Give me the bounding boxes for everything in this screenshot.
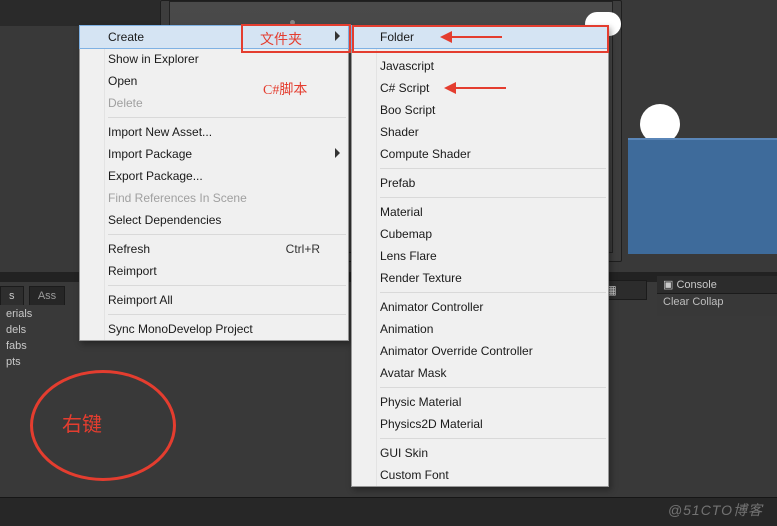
folder-item[interactable]: pts [0,354,58,370]
menu-item-label: Render Texture [380,271,462,285]
menu-separator [108,285,346,286]
menu-item-label: Delete [108,96,143,110]
context-menu-create-item[interactable]: Shader [352,121,608,143]
submenu-arrow-icon [335,148,340,158]
context-menu-create-item[interactable]: Javascript [352,55,608,77]
menu-item-label: Import Package [108,147,192,161]
menu-item-label: Animator Controller [380,300,483,314]
context-menu-create: FolderJavascriptC# ScriptBoo ScriptShade… [351,25,609,487]
context-menu-create-item[interactable]: Boo Script [352,99,608,121]
annotation-arrow-folder [442,36,502,38]
menu-item-label: Compute Shader [380,147,471,161]
folder-item[interactable]: dels [0,322,58,338]
menu-item-label: C# Script [380,81,429,95]
context-menu-create-item[interactable]: Physics2D Material [352,413,608,435]
context-menu-create-item[interactable]: Avatar Mask [352,362,608,384]
menu-separator [108,314,346,315]
menu-item-label: Import New Asset... [108,125,212,139]
menu-item-label: Shader [380,125,419,139]
project-tab-inactive[interactable]: Ass [29,286,65,305]
menu-item-label: Animation [380,322,433,336]
project-folder-list[interactable]: erials dels fabs pts [0,306,58,370]
annotation-arrow-script [446,87,506,89]
menu-item-label: Find References In Scene [108,191,247,205]
menu-item-label: Physics2D Material [380,417,483,431]
menu-item-label: Create [108,30,144,44]
context-menu-main-item[interactable]: Reimport All [80,289,348,311]
menu-item-label: Physic Material [380,395,461,409]
project-tab-active[interactable]: s [0,286,24,305]
menu-separator [380,168,606,169]
context-menu-create-item[interactable]: Prefab [352,172,608,194]
context-menu-main-item[interactable]: Refresh Ctrl+R [80,238,348,260]
console-icon: ▣ [663,279,673,291]
menu-item-shortcut: Ctrl+R [286,238,320,260]
status-bar [0,497,777,526]
context-menu-main-item: Delete [80,92,348,114]
context-menu-create-item[interactable]: GUI Skin [352,442,608,464]
menu-item-label: Select Dependencies [108,213,221,227]
menu-item-label: Show in Explorer [108,52,199,66]
context-menu-main-item[interactable]: Sync MonoDevelop Project [80,318,348,340]
context-menu-main-item[interactable]: Open [80,70,348,92]
context-menu-main-item[interactable]: Export Package... [80,165,348,187]
context-menu-main: Create Show in Explorer Open Delete Import N… [79,25,349,341]
console-title: Console [676,279,716,291]
context-menu-create-item[interactable]: Render Texture [352,267,608,289]
menu-item-label: Open [108,74,137,88]
menu-separator [108,117,346,118]
context-menu-create-item[interactable]: Cubemap [352,223,608,245]
menu-item-label: Refresh [108,242,150,256]
menu-separator [380,197,606,198]
context-menu-create-item[interactable]: Animator Override Controller [352,340,608,362]
console-header[interactable]: ▣ Console [657,276,777,294]
menu-item-label: Material [380,205,423,219]
menu-item-label: Custom Font [380,468,449,482]
menu-separator [380,292,606,293]
watermark: @51CTO博客 [668,500,763,520]
annotation-text-script: C#脚本 [263,79,307,99]
context-menu-main-item[interactable]: Import Package [80,143,348,165]
folder-item[interactable]: fabs [0,338,58,354]
menu-item-label: Reimport All [108,293,173,307]
context-menu-create-item[interactable]: Material [352,201,608,223]
menu-item-label: Cubemap [380,227,432,241]
menu-item-label: Prefab [380,176,415,190]
context-menu-create-item[interactable]: Animator Controller [352,296,608,318]
context-menu-main-item: Find References In Scene [80,187,348,209]
menu-item-label: Avatar Mask [380,366,446,380]
folder-item[interactable]: erials [0,306,58,322]
annotation-ellipse-rightclick [30,370,176,481]
context-menu-create-item[interactable]: Custom Font [352,464,608,486]
context-menu-main-item[interactable]: Import New Asset... [80,121,348,143]
menu-item-label: GUI Skin [380,446,428,460]
menu-separator [380,387,606,388]
context-menu-main-item[interactable]: Select Dependencies [80,209,348,231]
context-menu-create-item[interactable]: Physic Material [352,391,608,413]
top-dark-bar [0,0,160,26]
menu-item-label: Javascript [380,59,434,73]
console-panel: ▣ Console Clear Collap [657,276,777,316]
menu-item-label: Boo Script [380,103,435,117]
context-menu-create-item[interactable]: Compute Shader [352,143,608,165]
menu-item-label: Export Package... [108,169,203,183]
annotation-box-folder-row [352,25,609,53]
menu-separator [380,438,606,439]
annotation-text-folder: 文件夹 [260,29,302,49]
game-view-panel [628,138,777,254]
context-menu-main-item[interactable]: Reimport [80,260,348,282]
menu-item-label: Sync MonoDevelop Project [108,322,253,336]
context-menu-create-item[interactable]: Animation [352,318,608,340]
console-toolbar[interactable]: Clear Collap [657,294,777,310]
menu-item-label: Animator Override Controller [380,344,533,358]
menu-separator [108,234,346,235]
context-menu-create-item[interactable]: Lens Flare [352,245,608,267]
menu-item-label: Lens Flare [380,249,437,263]
annotation-text-rightclick: 右键 [62,408,102,437]
menu-item-label: Reimport [108,264,157,278]
